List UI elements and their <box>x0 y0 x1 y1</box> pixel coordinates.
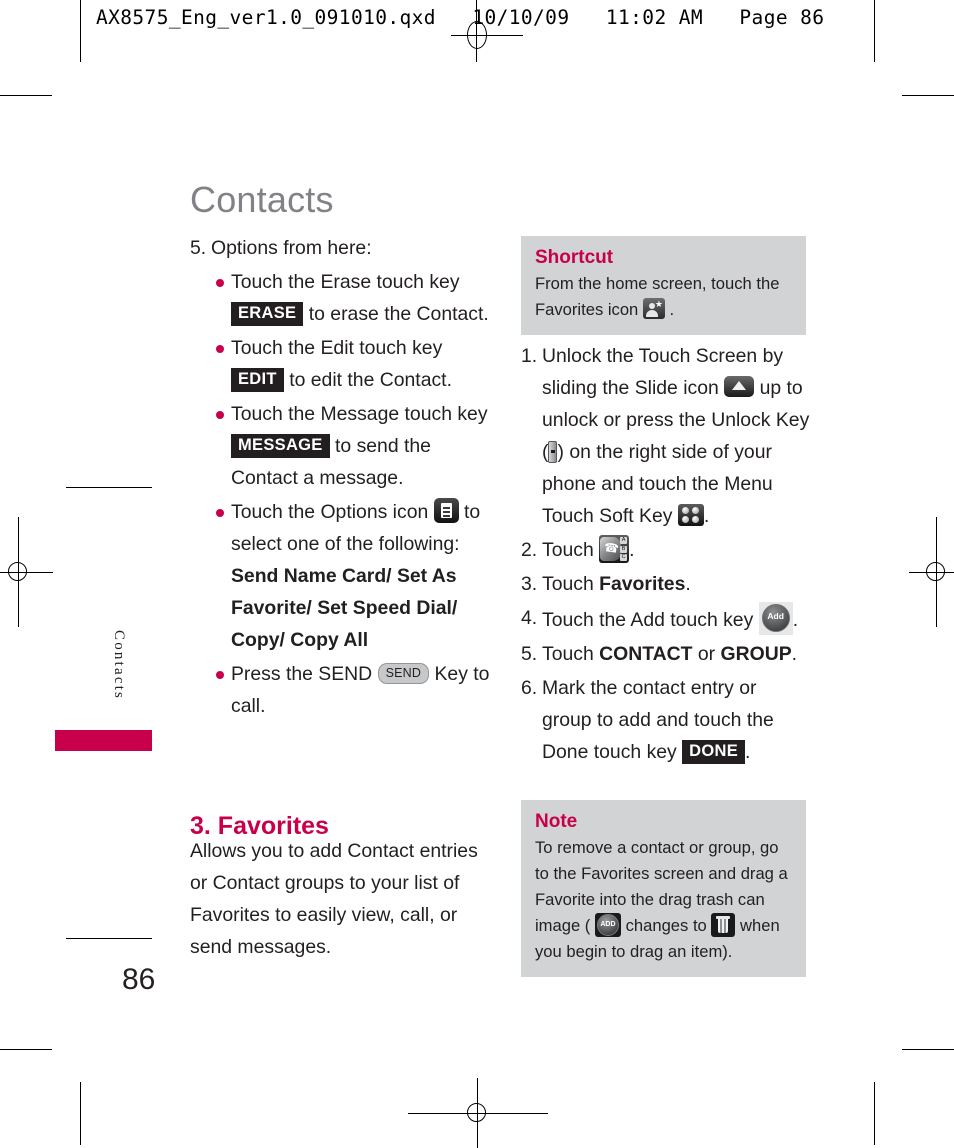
step-1-part-4: . <box>703 505 710 527</box>
note-title: Note <box>535 811 578 832</box>
step-3-part-1: Touch <box>542 573 594 595</box>
done-touch-key[interactable]: DONE <box>682 740 746 764</box>
registration-mark-bottom <box>408 1078 548 1148</box>
page-title: Contacts <box>190 179 334 221</box>
erase-touch-key[interactable]: ERASE <box>231 302 304 326</box>
options-list-bold: Send Name Card/ Set As Favorite/ Set Spe… <box>231 565 458 651</box>
step-3-part-2: . <box>685 573 691 595</box>
step-3-bold-favorites: Favorites <box>599 573 686 595</box>
step-2-number: 2. <box>521 539 538 561</box>
step-5-right-number: 5. <box>521 643 538 665</box>
step-4-number: 4. <box>521 607 538 629</box>
side-tab-bar <box>55 730 152 751</box>
step-4-part-2: . <box>792 609 799 631</box>
step-2-body: Touch ☎ ABC . <box>542 534 811 566</box>
step-5-bold-contact: CONTACT <box>599 643 693 665</box>
step-5-right-body: Touch CONTACT or GROUP. <box>542 638 811 670</box>
step-5-bullet-list: Touch the Erase touch key ERASE to erase… <box>190 266 490 722</box>
step-5-bold-group: GROUP <box>720 643 792 665</box>
rule-left-upper <box>66 487 152 488</box>
registration-mark-left <box>0 517 53 627</box>
step-3-body: Touch Favorites. <box>542 568 811 600</box>
bullet-edit: Touch the Edit touch key EDIT to edit th… <box>216 332 490 396</box>
registration-mark-right <box>909 517 954 627</box>
step-5: 5. Options from here: <box>190 232 490 264</box>
step-2: 2. Touch ☎ ABC . <box>521 534 811 566</box>
message-touch-key[interactable]: MESSAGE <box>231 434 330 458</box>
favorites-icon[interactable]: ★ <box>642 298 665 319</box>
step-5-right-part-2: or <box>697 643 716 665</box>
right-column-steps: 1. Unlock the Touch Screen by sliding th… <box>521 340 811 770</box>
edit-touch-key[interactable]: EDIT <box>231 368 284 392</box>
options-icon[interactable] <box>433 498 459 523</box>
crop-mark-bottom-right-horizontal <box>902 1049 954 1050</box>
step-5-right: 5. Touch CONTACT or GROUP. <box>521 638 811 670</box>
side-tab-label: Contacts <box>111 630 127 701</box>
step-5-right-part-1: Touch <box>542 643 594 665</box>
send-key[interactable]: SEND <box>377 663 430 684</box>
step-6: 6. Mark the contact entry or group to ad… <box>521 672 811 768</box>
note-callout: Note To remove a contact or group, go to… <box>521 800 806 977</box>
note-part-2: changes to <box>625 916 707 935</box>
add-round-icon[interactable]: ADD <box>594 913 621 937</box>
step-1: 1. Unlock the Touch Screen by sliding th… <box>521 340 811 532</box>
print-header-strip: AX8575_Eng_ver1.0_091010.qxd 10/10/09 11… <box>0 0 954 70</box>
crop-mark-top-left-horizontal <box>0 95 52 96</box>
step-1-part-3: ) on the right side of your phone and to… <box>542 441 773 527</box>
rule-left-lower <box>66 938 152 939</box>
step-5-number: 5. <box>190 237 207 259</box>
step-4-body: Touch the Add touch key Add . <box>542 602 811 636</box>
bullet-message-text-before: Touch the Message touch key <box>231 403 488 425</box>
step-3: 3. Touch Favorites. <box>521 568 811 600</box>
shortcut-title: Shortcut <box>535 247 614 268</box>
registration-mark-top <box>451 0 523 62</box>
step-6-part-2: . <box>745 741 751 763</box>
step-4: 4. Touch the Add touch key Add . <box>521 602 811 636</box>
section-description-favorites: Allows you to add Contact entries or Con… <box>190 840 478 958</box>
bullet-message: Touch the Message touch key MESSAGE to s… <box>216 398 490 494</box>
step-1-number: 1. <box>521 345 538 367</box>
step-4-part-1: Touch the Add touch key <box>542 609 754 631</box>
crop-mark-top-right-horizontal <box>902 95 954 96</box>
bullet-erase-text-before: Touch the Erase touch key <box>231 271 460 293</box>
bullet-send-text-before: Press the SEND <box>231 663 373 685</box>
shortcut-text-after: . <box>669 300 675 319</box>
bullet-options-text-before: Touch the Options icon <box>231 501 429 523</box>
crop-mark-bottom-left-vertical <box>80 1082 81 1145</box>
contacts-icon[interactable]: ☎ ABC <box>599 535 630 563</box>
bullet-erase: Touch the Erase touch key ERASE to erase… <box>216 266 490 330</box>
slide-up-icon[interactable] <box>724 376 755 397</box>
step-1-body: Unlock the Touch Screen by sliding the S… <box>542 340 811 532</box>
step-3-number: 3. <box>521 573 538 595</box>
add-touch-key-icon[interactable]: Add <box>758 602 793 635</box>
page-number: 86 <box>122 963 156 996</box>
trash-can-icon[interactable] <box>711 913 736 937</box>
left-column: 5. Options from here: Touch the Erase to… <box>190 232 490 724</box>
bullet-send: Press the SEND SEND Key to call. <box>216 658 490 722</box>
step-6-number: 6. <box>521 677 538 699</box>
bullet-edit-text-before: Touch the Edit touch key <box>231 337 443 359</box>
bullet-erase-text-after: to erase the Contact. <box>308 303 489 325</box>
shortcut-callout: Shortcut From the home screen, touch the… <box>521 236 806 335</box>
bullet-edit-text-after: to edit the Contact. <box>289 369 452 391</box>
unlock-key-icon[interactable] <box>548 441 558 463</box>
step-2-part-2: . <box>629 539 635 561</box>
crop-mark-bottom-right-vertical <box>874 1082 875 1145</box>
step-5-text: Options from here: <box>211 237 372 259</box>
step-2-part-1: Touch <box>542 539 594 561</box>
menu-soft-key-icon[interactable] <box>677 504 704 526</box>
crop-mark-bottom-left-horizontal <box>0 1049 52 1050</box>
step-5-right-part-3: . <box>791 643 798 665</box>
bullet-options: Touch the Options icon to select one of … <box>216 496 490 656</box>
step-6-body: Mark the contact entry or group to add a… <box>542 672 811 768</box>
